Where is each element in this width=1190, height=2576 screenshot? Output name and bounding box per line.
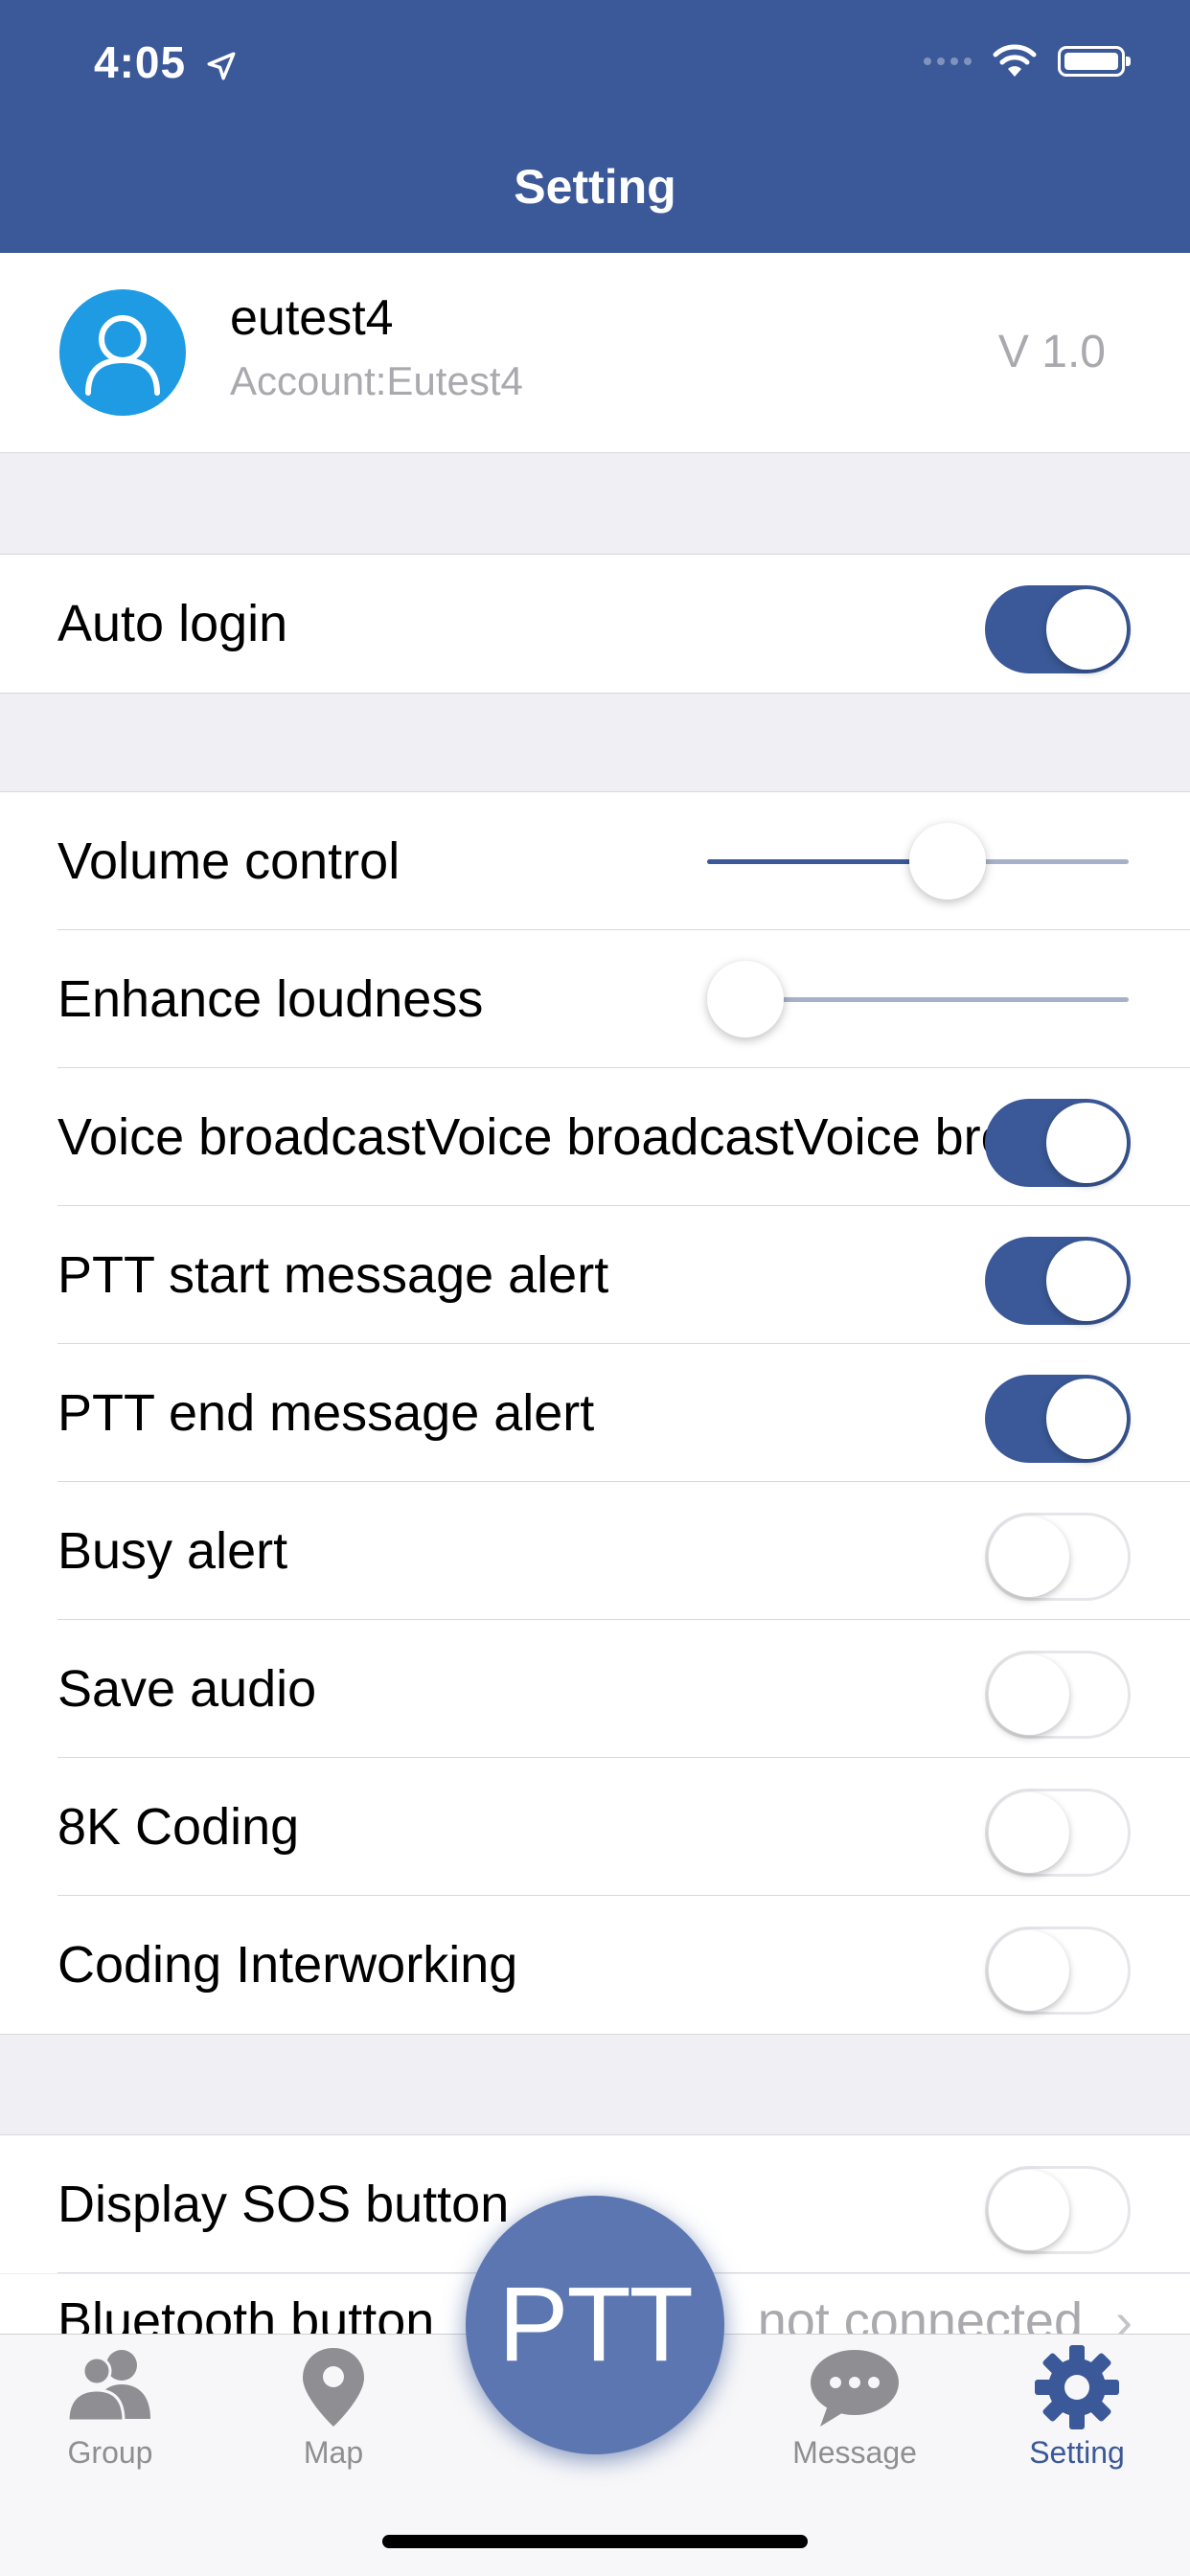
status-time-text: 4:05 (94, 37, 187, 87)
volume-slider-thumb[interactable] (908, 823, 986, 900)
tab-setting[interactable]: Setting (981, 2344, 1173, 2471)
profile-account: Account:Eutest4 (230, 358, 523, 403)
bluetooth-status: not connected (757, 2292, 1083, 2334)
display-sos-toggle[interactable] (985, 2166, 1131, 2254)
auto-login-toggle[interactable] (985, 585, 1131, 673)
location-arrow-icon (207, 52, 236, 80)
profile-card[interactable]: eutest4 Account:Eutest4 V 1.0 (0, 253, 1190, 453)
volume-slider[interactable] (707, 792, 1129, 930)
nav-header: 4:05 Setting (0, 0, 1190, 253)
section-audio: Volume control Enhance loudness Voice br… (0, 791, 1190, 2035)
app-version: V 1.0 (997, 327, 1106, 377)
chevron-right-icon: › (1115, 2292, 1133, 2334)
row-voice-broadcast: Voice broadcastVoice broadcastVoice broa… (0, 1068, 1190, 1206)
volume-control-label: Volume control (57, 832, 400, 890)
group-icon (66, 2350, 150, 2423)
voice-broadcast-toggle[interactable] (985, 1099, 1131, 1187)
status-time: 4:05 (94, 36, 238, 88)
tab-group-label: Group (67, 2435, 153, 2470)
row-enhance-loudness: Enhance loudness (0, 930, 1190, 1068)
bluetooth-button-label: Bluetooth button (57, 2292, 435, 2334)
loudness-slider[interactable] (706, 930, 1129, 1068)
tab-map-label: Map (303, 2435, 364, 2470)
user-icon (85, 315, 160, 396)
busy-alert-label: Busy alert (57, 1522, 288, 1580)
battery-icon (1058, 46, 1131, 77)
busy-alert-toggle[interactable] (985, 1513, 1131, 1601)
row-ptt-end-alert: PTT end message alert (0, 1344, 1190, 1482)
wifi-icon (993, 44, 1037, 77)
section-login: Auto login (0, 554, 1190, 694)
save-audio-label: Save audio (57, 1660, 317, 1718)
ptt-button[interactable]: PTT (466, 2196, 724, 2454)
avatar (59, 289, 186, 416)
message-icon (811, 2350, 899, 2427)
row-volume-control: Volume control (0, 792, 1190, 930)
auto-login-label: Auto login (57, 595, 288, 652)
voice-broadcast-label: Voice broadcastVoice broadcastVoice broa… (57, 1108, 1016, 1166)
tab-message-label: Message (792, 2435, 917, 2470)
tab-map[interactable]: Map (238, 2344, 429, 2471)
8k-coding-label: 8K Coding (57, 1798, 300, 1856)
tab-setting-label: Setting (1029, 2435, 1125, 2470)
coding-interworking-toggle[interactable] (985, 1926, 1131, 2015)
ptt-end-alert-toggle[interactable] (985, 1375, 1131, 1463)
enhance-loudness-label: Enhance loudness (57, 970, 484, 1028)
row-coding-interworking: Coding Interworking (0, 1896, 1190, 2034)
display-sos-label: Display SOS button (57, 2176, 510, 2233)
ptt-end-alert-label: PTT end message alert (57, 1384, 595, 1442)
page-title: Setting (514, 160, 676, 214)
row-ptt-start-alert: PTT start message alert (0, 1206, 1190, 1344)
row-auto-login: Auto login (0, 555, 1190, 693)
tab-group[interactable]: Group (14, 2344, 206, 2471)
home-indicator (382, 2535, 808, 2548)
gear-icon (1035, 2345, 1119, 2429)
coding-interworking-label: Coding Interworking (57, 1936, 518, 1994)
row-busy-alert: Busy alert (0, 1482, 1190, 1620)
map-pin-icon (303, 2348, 364, 2427)
save-audio-toggle[interactable] (985, 1651, 1131, 1739)
ptt-start-alert-toggle[interactable] (985, 1237, 1131, 1325)
status-indicators (924, 44, 1131, 79)
row-save-audio: Save audio (0, 1620, 1190, 1758)
ptt-start-alert-label: PTT start message alert (57, 1246, 609, 1304)
row-8k-coding: 8K Coding (0, 1758, 1190, 1896)
profile-name: eutest4 (230, 290, 394, 346)
loudness-slider-thumb[interactable] (706, 961, 784, 1037)
tab-message[interactable]: Message (759, 2344, 950, 2471)
cellular-signal-icon (924, 57, 972, 65)
8k-coding-toggle[interactable] (985, 1789, 1131, 1877)
